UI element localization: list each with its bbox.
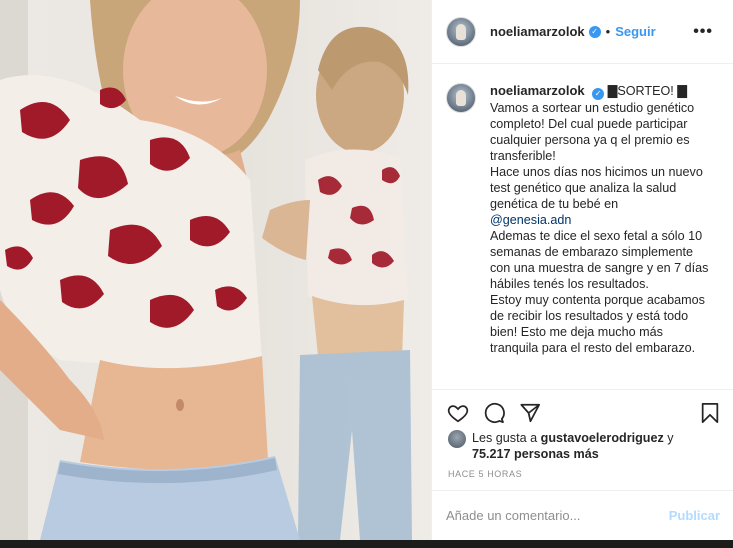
caption-text: noeliamarzolok ✓ ▇SORTEO! ▇ Vamos a sort… xyxy=(490,83,712,389)
likes-text: Les gusta a gustavoelerodriguez y 75.217… xyxy=(472,430,674,462)
share-icon[interactable] xyxy=(518,401,542,425)
bookmark-icon[interactable] xyxy=(698,401,722,425)
liker-avatar[interactable] xyxy=(448,430,466,448)
post-side-panel: noeliamarzolok ✓ • Seguir ••• noeliamarz… xyxy=(431,0,733,540)
caption-line-4: Ademas te dice el sexo fetal a sólo 10 s… xyxy=(490,229,709,291)
likes-prefix: Les gusta a xyxy=(472,431,538,445)
caption-line-1: Vamos a sortear un estudio genético comp… xyxy=(490,101,695,163)
caption-line-5: Estoy muy contenta porque acabamos de re… xyxy=(490,293,705,355)
header-separator: • xyxy=(605,24,611,39)
caption-line-title: ▇SORTEO! ▇ xyxy=(607,84,687,98)
publish-button[interactable]: Publicar xyxy=(669,508,720,523)
post-photo[interactable] xyxy=(0,0,431,540)
likes-line: Les gusta a gustavoelerodriguez y 75.217… xyxy=(448,430,728,462)
likes-count[interactable]: 75.217 personas más xyxy=(472,447,599,461)
caption-username[interactable]: noeliamarzolok xyxy=(490,83,585,98)
likes-connector: y xyxy=(667,431,674,445)
caption-line-2: Hace unos días nos hicimos un nuevo test… xyxy=(490,165,703,211)
caption-avatar[interactable] xyxy=(446,83,476,113)
author-avatar[interactable] xyxy=(446,16,476,47)
mention-link[interactable]: @genesia.adn xyxy=(490,213,571,227)
comment-icon[interactable] xyxy=(482,401,506,425)
verified-badge-icon: ✓ xyxy=(592,88,605,100)
more-options-icon[interactable]: ••• xyxy=(693,23,713,41)
action-bar xyxy=(432,389,733,435)
follow-button[interactable]: Seguir xyxy=(615,24,655,39)
liker-username[interactable]: gustavoelerodriguez xyxy=(541,431,664,445)
comment-box: Publicar xyxy=(432,490,733,540)
comment-input[interactable] xyxy=(446,508,669,523)
post-timestamp[interactable]: HACE 5 HORAS xyxy=(448,469,522,479)
post-header: noeliamarzolok ✓ • Seguir ••• xyxy=(432,0,733,64)
caption-section: noeliamarzolok ✓ ▇SORTEO! ▇ Vamos a sort… xyxy=(432,65,733,389)
photo-illustration xyxy=(0,0,412,540)
verified-badge-icon: ✓ xyxy=(588,25,601,38)
photo-bottom-strip xyxy=(0,540,733,548)
author-username[interactable]: noeliamarzolok xyxy=(490,24,585,39)
heart-icon[interactable] xyxy=(446,401,470,425)
